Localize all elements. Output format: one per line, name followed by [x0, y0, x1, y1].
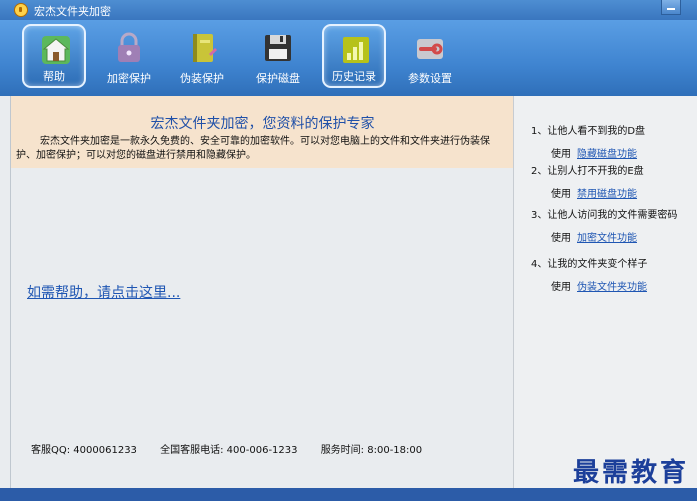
notebook-icon	[193, 34, 217, 62]
banner-headline: 宏杰文件夹加密，您资料的保护专家	[150, 116, 375, 132]
encrypt-file-link[interactable]: 加密文件功能	[577, 233, 637, 244]
bar-chart-icon	[343, 37, 369, 63]
tip-use-label: 使用	[551, 233, 571, 244]
tip-item: 1、让他人看不到我的D盘 使用 隐藏磁盘功能	[531, 122, 645, 160]
toolbar-settings-button[interactable]: 参数设置	[398, 24, 462, 88]
main-panel: 宏杰文件夹加密，您资料的保护专家 宏杰文件夹加密是一款永久免费的、安全可靠的加密…	[10, 96, 514, 488]
toolbar-disguise-button[interactable]: 伪装保护	[170, 24, 234, 88]
support-qq: 客服QQ: 4000061233	[31, 445, 137, 456]
tip-question: 1、让他人看不到我的D盘	[531, 126, 646, 137]
tip-use-row: 使用 伪装文件夹功能	[531, 278, 647, 293]
tip-item: 3、让他人访问我的文件需要密码 使用 加密文件功能	[531, 206, 677, 244]
house-icon	[42, 36, 70, 64]
minimize-button[interactable]	[661, 0, 681, 15]
tip-use-row: 使用 禁用磁盘功能	[531, 185, 644, 200]
tip-use-row: 使用 隐藏磁盘功能	[531, 145, 645, 160]
toolbar-encrypt-button[interactable]: 加密保护	[97, 24, 161, 88]
disable-disk-link[interactable]: 禁用磁盘功能	[577, 189, 637, 200]
lock-app-icon	[14, 3, 28, 17]
toolbar-help-label: 帮助	[43, 70, 65, 83]
toolbar-encrypt-label: 加密保护	[107, 72, 151, 85]
tip-item: 4、让我的文件夹变个样子 使用 伪装文件夹功能	[531, 255, 647, 293]
tips-panel: 1、让他人看不到我的D盘 使用 隐藏磁盘功能 2、让别人打不开我的E盘 使用 禁用磁…	[513, 96, 697, 488]
toolbar-history-button[interactable]: 历史记录	[322, 24, 386, 88]
tip-use-label: 使用	[551, 189, 571, 200]
banner-description: 宏杰文件夹加密是一款永久免费的、安全可靠的加密软件。可以对您电脑上的文件和文件夹…	[16, 136, 490, 161]
lock-icon	[118, 32, 140, 62]
tip-question: 2、让别人打不开我的E盘	[531, 166, 644, 177]
status-bar	[0, 488, 697, 501]
title-bar: 宏杰文件夹加密	[0, 0, 697, 20]
hide-disk-link[interactable]: 隐藏磁盘功能	[577, 149, 637, 160]
disguise-folder-link[interactable]: 伪装文件夹功能	[577, 282, 647, 293]
toolbar-history-label: 历史记录	[332, 70, 376, 83]
tip-use-label: 使用	[551, 282, 571, 293]
support-phone: 全国客服电话: 400-006-1233	[160, 445, 298, 456]
help-link[interactable]: 如需帮助，请点击这里...	[27, 282, 180, 302]
floppy-disk-icon	[265, 35, 291, 61]
intro-banner: 宏杰文件夹加密，您资料的保护专家 宏杰文件夹加密是一款永久免费的、安全可靠的加密…	[11, 96, 514, 168]
tip-use-row: 使用 加密文件功能	[531, 229, 677, 244]
watermark-text: 最需教育	[572, 458, 689, 488]
tip-item: 2、让别人打不开我的E盘 使用 禁用磁盘功能	[531, 162, 644, 200]
toolbar-protect-disk-button[interactable]: 保护磁盘	[246, 24, 310, 88]
tip-use-label: 使用	[551, 149, 571, 160]
window-title: 宏杰文件夹加密	[34, 5, 111, 18]
tip-question: 3、让他人访问我的文件需要密码	[531, 210, 678, 221]
toolbar-settings-label: 参数设置	[408, 72, 452, 85]
main-toolbar: 帮助 加密保护 伪装保护 保护磁盘 历史记录 参数设置	[0, 20, 697, 96]
tip-question: 4、让我的文件夹变个样子	[531, 259, 648, 270]
service-hours: 服务时间: 8:00-18:00	[320, 445, 423, 456]
toolbar-protect-disk-label: 保护磁盘	[256, 72, 300, 85]
contact-info: 客服QQ: 4000061233 全国客服电话: 400-006-1233 服务…	[31, 441, 442, 456]
toolbar-disguise-label: 伪装保护	[180, 72, 224, 85]
toolbar-help-button[interactable]: 帮助	[22, 24, 86, 88]
wrench-icon	[417, 39, 443, 59]
